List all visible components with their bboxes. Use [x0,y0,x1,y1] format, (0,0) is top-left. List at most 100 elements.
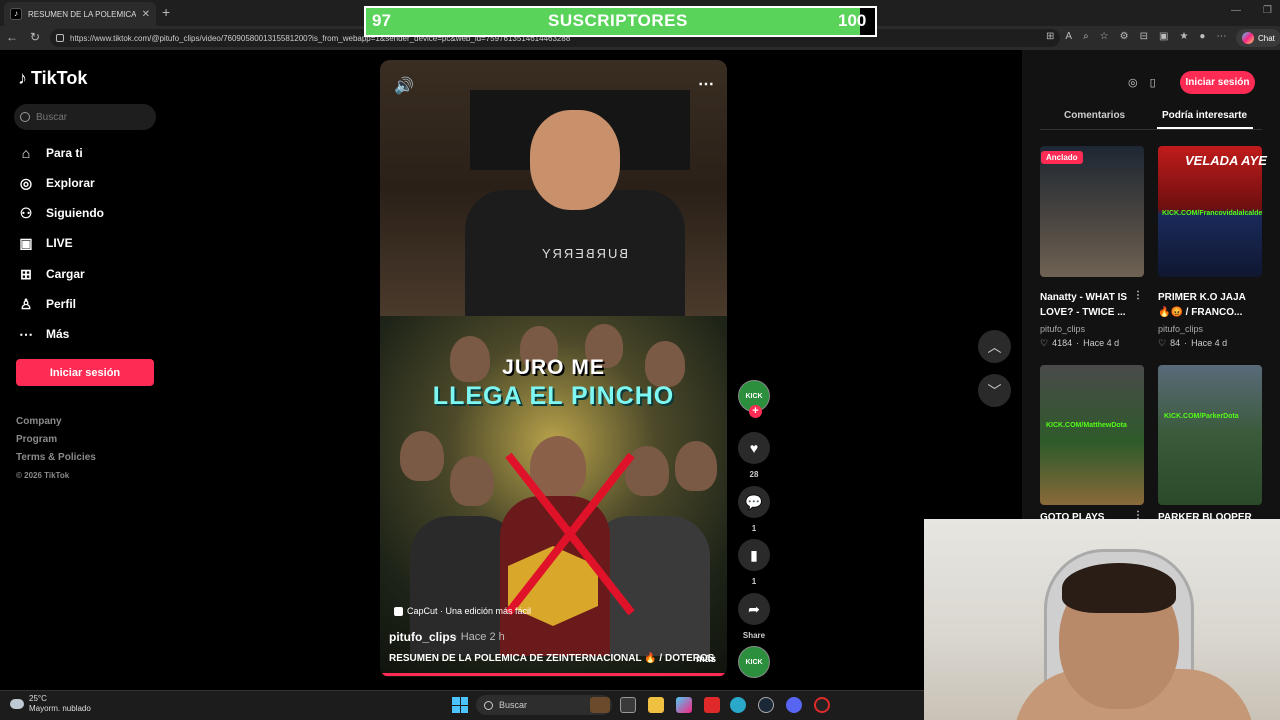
tiktok-favicon-icon: ♪ [10,8,22,20]
maximize-icon[interactable]: ❐ [1263,5,1272,16]
more-icon: ⋯ [19,326,33,342]
read-aloud-icon[interactable]: A [1065,31,1072,42]
kick-tag: KICK.COM/Francovidalalcalde [1162,210,1263,217]
capcut-label[interactable]: CapCut · Una edición más fácil [394,606,531,616]
copilot-taskbar-icon[interactable] [676,697,692,713]
sidebar-item-cargar[interactable]: ⊞ Cargar [18,266,85,282]
sidebar-item-perfil[interactable]: ♙ Perfil [18,296,76,312]
footer-link-terms[interactable]: Terms & Policies [16,452,96,463]
zoom-icon[interactable]: ⌕ [1083,31,1089,42]
recommended-video-card[interactable] [1040,146,1144,277]
footer-link-company[interactable]: Company [16,416,62,427]
sidebar-item-siguiendo[interactable]: ⚇ Siguiendo [18,205,104,221]
compass-icon[interactable]: ◎ [1128,76,1138,89]
home-icon: ⌂ [21,145,31,161]
back-icon[interactable]: ← [6,30,18,44]
edge-browser-icon[interactable] [730,697,746,713]
discord-icon[interactable] [786,697,802,713]
caption-more-link[interactable]: más [696,654,716,665]
sidebar-item-explorar[interactable]: ◎ Explorar [18,175,95,191]
comment-icon: 💬 [745,493,763,510]
chevron-down-icon: ﹀ [987,382,1002,399]
apps-icon[interactable]: ⊞ [1046,31,1054,42]
app-icon[interactable] [704,697,720,713]
like-count: 28 [749,470,759,479]
follow-plus-icon[interactable]: + [749,405,762,418]
thumbnail-person [625,446,669,496]
video-author[interactable]: pitufo_clips [389,630,456,644]
card-author[interactable]: pitufo_clips [1040,324,1085,334]
capcut-icon [394,606,403,616]
volume-icon[interactable]: 🔊 [394,76,414,96]
favorite-star-icon[interactable]: ☆ [1100,31,1109,42]
lock-icon [56,34,64,42]
sidebar-item-para-ti[interactable]: ⌂ Para ti [18,145,83,161]
recommended-video-card[interactable] [1040,365,1144,505]
card-more-icon[interactable]: ⋮ [1133,290,1143,301]
favorites-icon[interactable]: ★ [1179,31,1188,42]
browser-tab[interactable]: ♪ RESUMEN DE LA POLEMICA DE ZE ✕ [4,2,156,26]
card-time: Hace 4 d [1191,338,1228,348]
streamer-head [530,110,620,210]
copilot-icon [1242,32,1254,44]
recommended-video-card[interactable] [1158,365,1262,505]
sidebar-item-mas[interactable]: ⋯ Más [18,326,69,342]
sidebar-item-live[interactable]: ▣ LIVE [18,235,73,251]
card-author[interactable]: pitufo_clips [1158,324,1203,334]
search-input[interactable] [36,111,146,123]
comment-button[interactable]: 💬 [738,486,770,518]
sidebar-toggle-icon[interactable]: ⊟ [1140,31,1148,42]
tab-comentarios[interactable]: Comentarios [1064,110,1125,121]
share-button[interactable]: ➦ [738,593,770,625]
right-panel-icons: ◎ ▯ [1128,76,1156,89]
profile-avatar-icon[interactable]: ● [1199,31,1205,42]
comment-count: 1 [751,524,757,533]
shirt-brand-text: BURBERRY [540,246,629,261]
card-title[interactable]: 🔥😡 / FRANCO... [1158,305,1242,320]
extensions-icon[interactable]: ⚙ [1120,31,1129,42]
refresh-icon[interactable]: ↻ [30,30,40,44]
collections-icon[interactable]: ▣ [1159,31,1168,42]
minimize-icon[interactable]: — [1231,5,1241,16]
windows-start-icon[interactable] [452,697,468,713]
card-title[interactable]: LOVE? - TWICE ... [1040,305,1126,320]
share-label: Share [742,631,766,640]
like-button[interactable]: ♥ [738,432,770,464]
copyright: © 2026 TikTok [16,471,70,480]
taskbar-search-label: Buscar [499,700,528,710]
login-button[interactable]: Iniciar sesión [16,359,154,386]
upload-icon: ⊞ [20,266,32,282]
video-player[interactable]: BURBERRY JURO ME LLEGA EL PINCHO 🔊 ⋯ Cap… [380,60,727,677]
obs-icon[interactable] [814,697,830,713]
heart-outline-icon: ♡ [1040,338,1049,348]
tab-divider [1040,129,1262,130]
card-title[interactable]: PRIMER K.O JAJA [1158,290,1246,305]
weather-widget[interactable]: 25°C Mayorm. nublado [10,694,91,714]
task-view-icon[interactable] [620,697,636,713]
tab-podria-interesarte[interactable]: Podría interesarte [1162,110,1247,121]
sidebar-item-label: Siguiendo [46,206,104,220]
file-explorer-icon[interactable] [648,697,664,713]
previous-video-button[interactable]: ︿ [978,330,1011,363]
card-title[interactable]: Nanatty - WHAT IS [1040,290,1127,305]
tiktok-logo[interactable]: ♪ TikTok [18,68,87,89]
video-progress-bar[interactable] [380,673,727,676]
next-video-button[interactable]: ﹀ [978,374,1011,407]
header-login-button[interactable]: Iniciar sesión [1180,71,1255,94]
close-tab-icon[interactable]: ✕ [142,9,150,20]
chevron-up-icon: ︿ [987,338,1002,355]
music-disc-avatar[interactable]: KICK [738,646,770,678]
new-tab-icon[interactable]: + [162,4,170,20]
window-controls[interactable]: — ❐ [1231,5,1272,16]
copilot-chat-button[interactable]: Chat [1236,29,1280,47]
video-more-options-icon[interactable]: ⋯ [698,74,714,94]
search-box[interactable] [14,104,156,130]
footer-link-program[interactable]: Program [16,434,57,445]
mobile-icon[interactable]: ▯ [1150,76,1156,89]
sidebar-item-label: LIVE [46,236,73,250]
steam-icon[interactable] [758,697,774,713]
menu-dots-icon[interactable]: ⋯ [1216,31,1226,42]
taskbar-widget-icon[interactable] [590,697,610,713]
sidebar-item-label: Explorar [46,176,95,190]
save-button[interactable]: ▮ [738,539,770,571]
